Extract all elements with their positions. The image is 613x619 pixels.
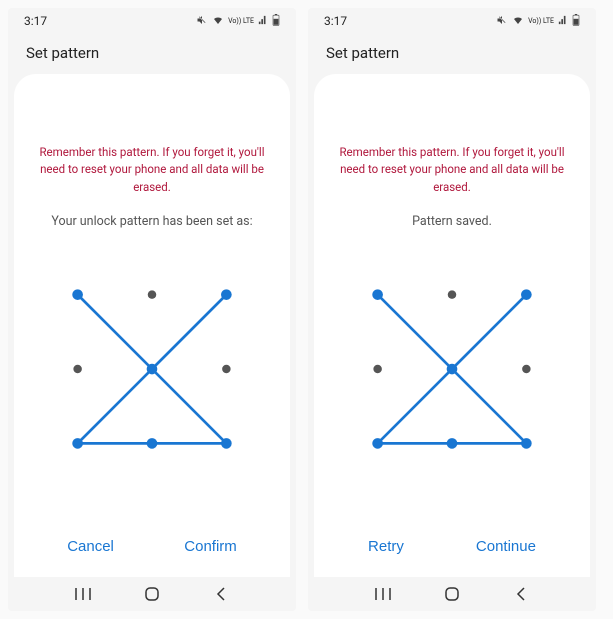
lte-label: Vo)) LTE bbox=[228, 18, 254, 25]
home-icon[interactable] bbox=[443, 585, 461, 603]
action-buttons: Cancel Confirm bbox=[14, 528, 290, 565]
signal-icon bbox=[258, 15, 268, 28]
mute-icon bbox=[496, 14, 508, 29]
pattern-grid[interactable] bbox=[367, 284, 537, 454]
action-buttons: Retry Continue bbox=[314, 528, 590, 565]
lte-label: Vo)) LTE bbox=[528, 18, 554, 25]
recents-icon[interactable] bbox=[374, 585, 392, 603]
pattern-node-7[interactable] bbox=[147, 438, 158, 449]
pattern-node-1[interactable] bbox=[448, 290, 457, 299]
pattern-node-3[interactable] bbox=[373, 365, 382, 374]
battery-icon bbox=[572, 14, 580, 29]
status-icons: Vo)) LTE bbox=[496, 14, 580, 29]
warning-text: Remember this pattern. If you forget it,… bbox=[332, 144, 572, 196]
pattern-node-7[interactable] bbox=[447, 438, 458, 449]
pattern-node-0[interactable] bbox=[372, 289, 383, 300]
home-icon[interactable] bbox=[143, 585, 161, 603]
back-icon[interactable] bbox=[512, 585, 530, 603]
cancel-button[interactable]: Cancel bbox=[49, 528, 132, 565]
pattern-node-2[interactable] bbox=[521, 289, 532, 300]
content-card: Remember this pattern. If you forget it,… bbox=[314, 74, 590, 577]
pattern-node-1[interactable] bbox=[148, 290, 157, 299]
navigation-bar bbox=[8, 577, 296, 611]
status-message: Pattern saved. bbox=[332, 214, 572, 229]
status-bar: 3:17 Vo)) LTE bbox=[308, 8, 596, 34]
pattern-node-0[interactable] bbox=[72, 289, 83, 300]
pattern-node-6[interactable] bbox=[372, 438, 383, 449]
pattern-node-4[interactable] bbox=[447, 363, 458, 374]
page-title: Set pattern bbox=[8, 34, 296, 68]
status-bar: 3:17 Vo)) LTE bbox=[8, 8, 296, 34]
confirm-button[interactable]: Confirm bbox=[166, 528, 255, 565]
phone-screen-1: 3:17 Vo)) LTE Set pattern Remember this … bbox=[8, 8, 296, 611]
clock: 3:17 bbox=[24, 14, 47, 28]
page-title: Set pattern bbox=[308, 34, 596, 68]
pattern-node-3[interactable] bbox=[73, 365, 82, 374]
status-message: Your unlock pattern has been set as: bbox=[32, 214, 272, 229]
wifi-icon bbox=[512, 14, 524, 29]
pattern-grid[interactable] bbox=[67, 284, 237, 454]
pattern-node-5[interactable] bbox=[522, 365, 531, 374]
back-icon[interactable] bbox=[212, 585, 230, 603]
battery-icon bbox=[272, 14, 280, 29]
navigation-bar bbox=[308, 577, 596, 611]
content-card: Remember this pattern. If you forget it,… bbox=[14, 74, 290, 577]
pattern-node-5[interactable] bbox=[222, 365, 231, 374]
pattern-node-2[interactable] bbox=[221, 289, 232, 300]
clock: 3:17 bbox=[324, 14, 347, 28]
wifi-icon bbox=[212, 14, 224, 29]
continue-button[interactable]: Continue bbox=[458, 528, 554, 565]
retry-button[interactable]: Retry bbox=[350, 528, 422, 565]
signal-icon bbox=[558, 15, 568, 28]
pattern-node-4[interactable] bbox=[147, 363, 158, 374]
pattern-node-8[interactable] bbox=[521, 438, 532, 449]
phone-screen-2: 3:17 Vo)) LTE Set pattern Remember this … bbox=[308, 8, 596, 611]
recents-icon[interactable] bbox=[74, 585, 92, 603]
warning-text: Remember this pattern. If you forget it,… bbox=[32, 144, 272, 196]
status-icons: Vo)) LTE bbox=[196, 14, 280, 29]
mute-icon bbox=[196, 14, 208, 29]
pattern-node-8[interactable] bbox=[221, 438, 232, 449]
pattern-node-6[interactable] bbox=[72, 438, 83, 449]
